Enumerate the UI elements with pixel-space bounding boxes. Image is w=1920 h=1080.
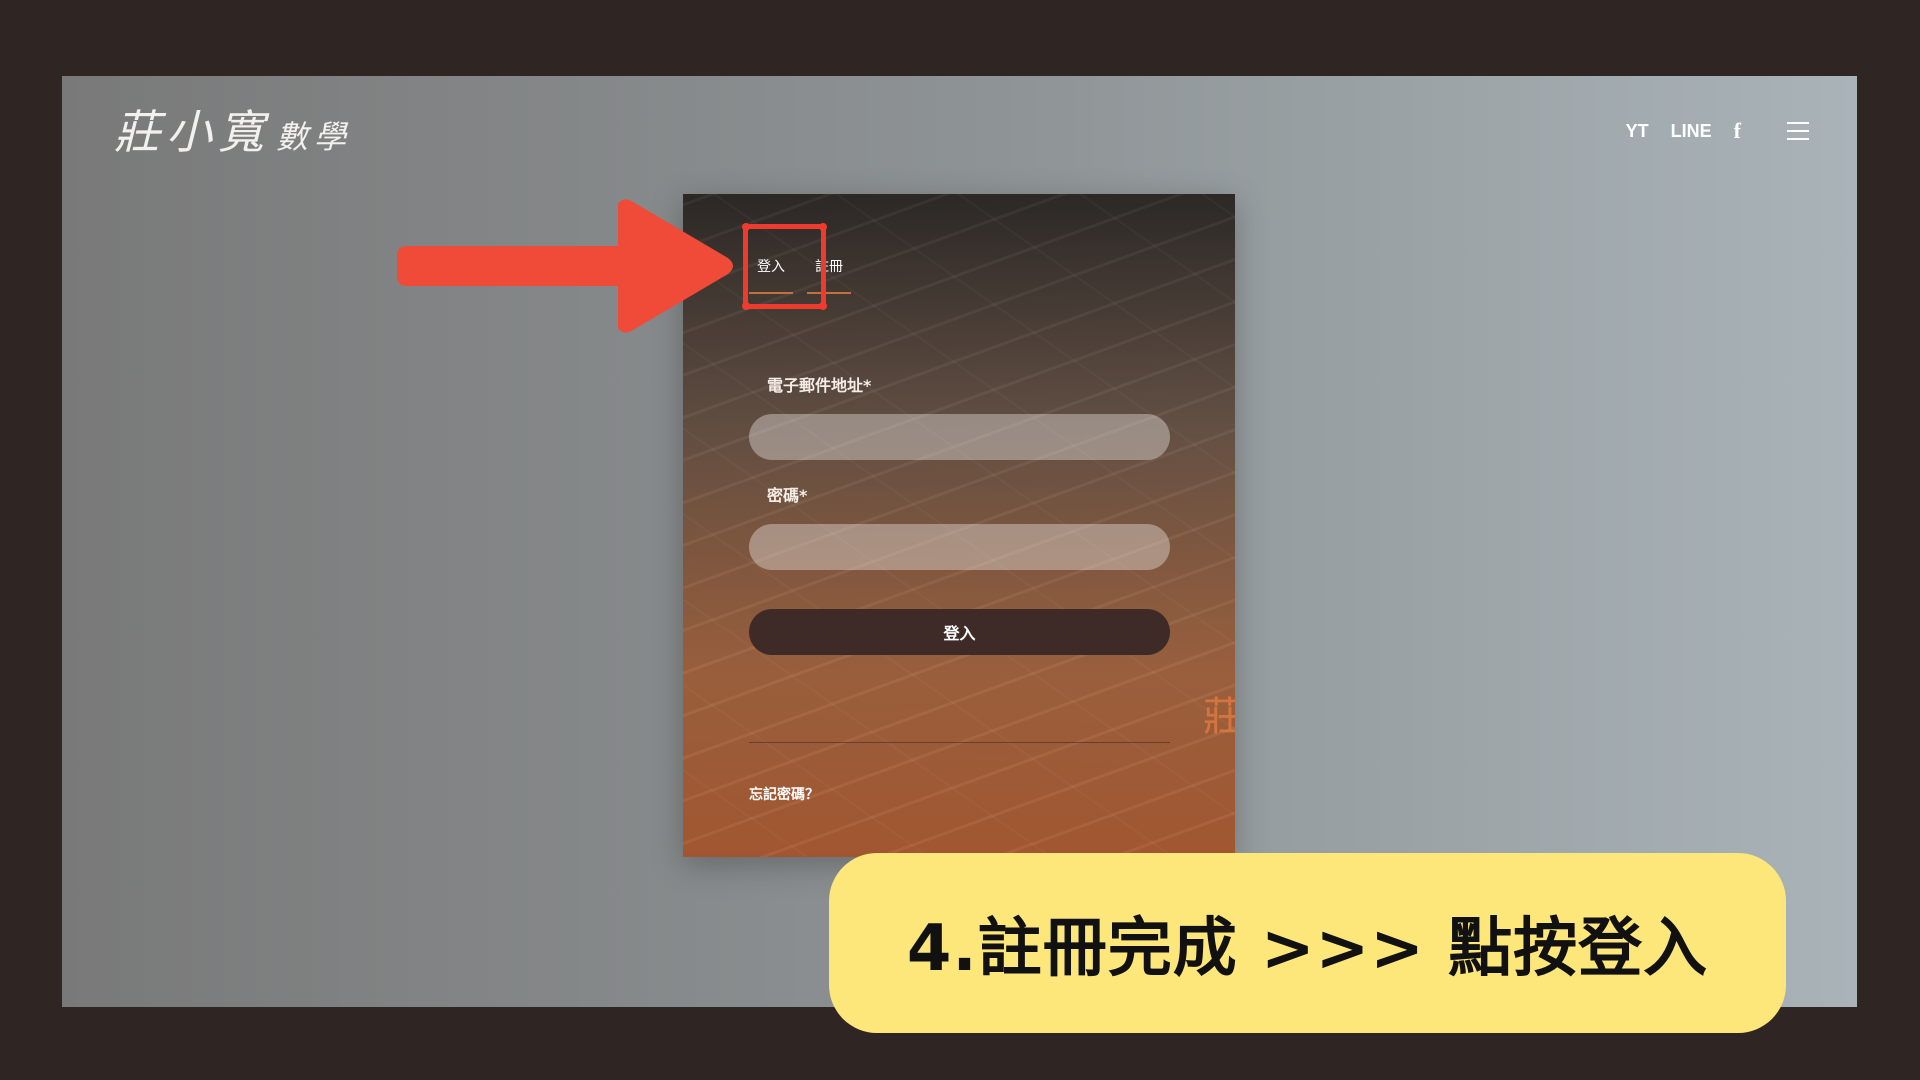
password-field[interactable] bbox=[749, 524, 1170, 570]
watermark-glyph: 莊 bbox=[1203, 694, 1235, 740]
top-nav: YT LINE f bbox=[1626, 118, 1809, 144]
hamburger-menu-icon[interactable] bbox=[1787, 122, 1809, 140]
login-tab-highlight bbox=[742, 223, 827, 310]
email-label: 電子郵件地址* bbox=[767, 376, 872, 395]
email-field[interactable] bbox=[749, 414, 1170, 460]
password-label: 密碼* bbox=[767, 486, 808, 505]
pointer-arrow-icon bbox=[397, 199, 733, 333]
facebook-icon[interactable]: f bbox=[1734, 118, 1741, 144]
logo-main-text: 莊小寬 bbox=[114, 105, 270, 159]
instruction-callout: 4.註冊完成 >>> 點按登入 bbox=[829, 853, 1786, 1033]
site-logo[interactable]: 莊小寬 數學 bbox=[114, 96, 352, 162]
forgot-password-link[interactable]: 忘記密碼？ bbox=[749, 784, 819, 804]
login-button[interactable]: 登入 bbox=[749, 609, 1170, 655]
divider bbox=[749, 742, 1170, 743]
logo-sub-text: 數學 bbox=[276, 118, 353, 156]
nav-line-link[interactable]: LINE bbox=[1671, 121, 1712, 142]
nav-yt-link[interactable]: YT bbox=[1626, 121, 1649, 142]
